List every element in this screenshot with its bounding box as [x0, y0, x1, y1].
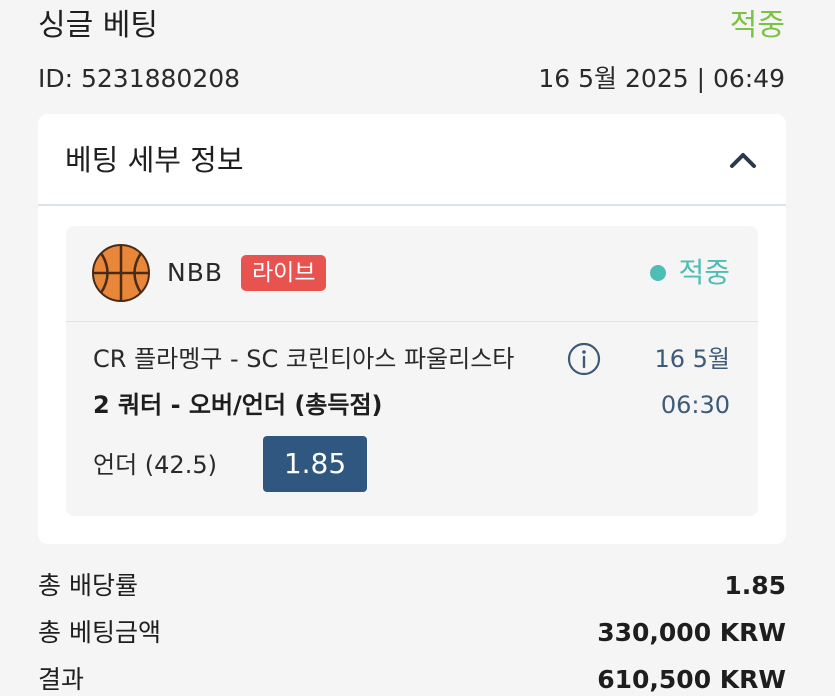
bet-type-title: 싱글 베팅 — [38, 8, 158, 43]
summary-row-result: 결과 610,500 KRW — [38, 660, 786, 696]
bet-details-card: 베팅 세부 정보 NBB 라이브 적중 CR 플라멩구 - SC 코린티아스 파… — [38, 114, 786, 544]
selection-status-label: 적중 — [678, 256, 730, 289]
summary-value: 1.85 — [724, 571, 786, 600]
bet-datetime: 16 5월 2025 | 06:49 — [538, 64, 785, 93]
live-badge: 라이브 — [241, 255, 327, 291]
event-time: 06:30 — [660, 391, 730, 419]
summary-label: 총 배당률 — [38, 571, 138, 600]
selection-status: 적중 — [650, 254, 730, 292]
selection-pick: 언더 (42.5) — [93, 451, 217, 479]
market-name: 2 쿼터 - 오버/언더 (총득점) — [93, 391, 383, 419]
bet-details-title: 베팅 세부 정보 — [65, 143, 244, 177]
summary-value: 610,500 KRW — [597, 665, 786, 694]
bet-status: 적중 — [729, 8, 785, 43]
odds-badge: 1.85 — [263, 436, 367, 492]
summary-label: 결과 — [38, 665, 85, 694]
basketball-icon — [92, 244, 150, 302]
match-name: CR 플라멩구 - SC 코린티아스 파울리스타 — [93, 345, 515, 373]
chevron-up-icon[interactable] — [728, 150, 758, 170]
league-name: NBB — [167, 258, 224, 287]
info-icon[interactable] — [567, 342, 601, 376]
bet-details-header[interactable]: 베팅 세부 정보 — [38, 114, 786, 206]
bet-id: ID: 5231880208 — [38, 64, 241, 93]
summary-row-total-stake: 총 베팅금액 330,000 KRW — [38, 613, 786, 653]
status-dot-icon — [650, 265, 667, 281]
summary-row-total-odds: 총 배당률 1.85 — [38, 566, 786, 606]
summary-label: 총 베팅금액 — [38, 618, 161, 647]
event-date: 16 5월 — [654, 345, 730, 373]
summary-value: 330,000 KRW — [597, 618, 786, 647]
selection-card: NBB 라이브 적중 CR 플라멩구 - SC 코린티아스 파울리스타 16 5… — [66, 226, 758, 516]
selection-header: NBB 라이브 적중 — [66, 226, 758, 322]
